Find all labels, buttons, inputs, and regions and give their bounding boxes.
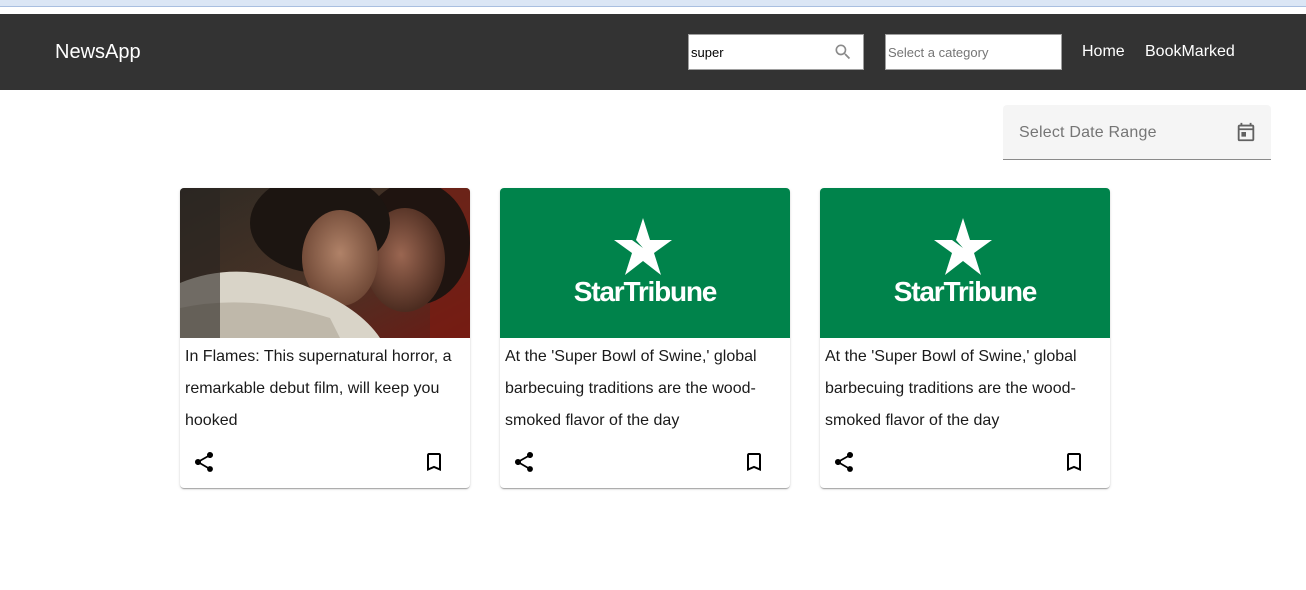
startribune-star-logo xyxy=(934,218,992,275)
browser-top-strip xyxy=(0,0,1306,7)
article-card[interactable]: StarTribune At the 'Super Bowl of Swine,… xyxy=(820,188,1110,488)
bookmark-outline-icon[interactable] xyxy=(742,450,766,474)
article-card[interactable]: In Flames: This supernatural horror, a r… xyxy=(180,188,470,488)
share-icon[interactable] xyxy=(832,450,856,474)
bookmark-outline-icon[interactable] xyxy=(422,450,446,474)
article-title[interactable]: At the 'Super Bowl of Swine,' global bar… xyxy=(825,341,1105,437)
nav-home-link[interactable]: Home xyxy=(1082,42,1125,62)
calendar-icon[interactable] xyxy=(1235,121,1257,143)
share-icon[interactable] xyxy=(512,450,536,474)
article-image[interactable]: StarTribune xyxy=(500,188,790,338)
search-input[interactable] xyxy=(691,35,827,69)
bookmark-outline-icon[interactable] xyxy=(1062,450,1086,474)
date-range-label: Select Date Range xyxy=(1019,124,1157,141)
navbar: NewsApp Home BookMarked xyxy=(0,14,1306,90)
article-image[interactable] xyxy=(180,188,470,338)
film-still-image xyxy=(180,188,470,338)
search-field[interactable] xyxy=(688,34,864,70)
article-title[interactable]: At the 'Super Bowl of Swine,' global bar… xyxy=(505,341,785,437)
category-select[interactable] xyxy=(885,34,1062,70)
startribune-star-logo xyxy=(614,218,672,275)
category-input[interactable] xyxy=(888,35,1056,69)
startribune-logo-text: StarTribune xyxy=(893,276,1038,307)
search-icon[interactable] xyxy=(833,42,853,62)
share-icon[interactable] xyxy=(192,450,216,474)
article-card[interactable]: StarTribune At the 'Super Bowl of Swine,… xyxy=(500,188,790,488)
date-range-picker[interactable]: Select Date Range xyxy=(1003,105,1271,160)
article-title[interactable]: In Flames: This supernatural horror, a r… xyxy=(185,341,465,437)
nav-bookmarked-link[interactable]: BookMarked xyxy=(1145,42,1235,62)
article-image[interactable]: StarTribune xyxy=(820,188,1110,338)
startribune-logo-text: StarTribune xyxy=(573,276,718,307)
app-title[interactable]: NewsApp xyxy=(55,40,141,64)
